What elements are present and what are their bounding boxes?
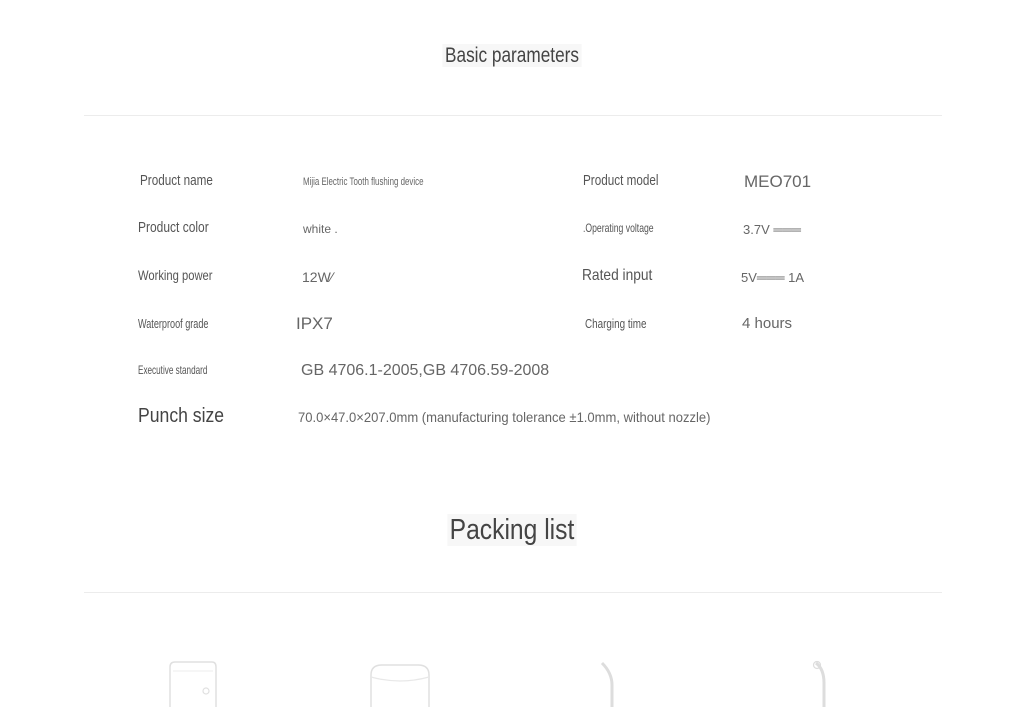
water-tank-icon — [370, 664, 430, 707]
product-name-label: Product name — [140, 172, 213, 189]
product-model-value: MEO701 — [744, 172, 812, 191]
section-divider — [84, 592, 942, 593]
working-power-value: 12W∕ — [302, 269, 334, 285]
operating-voltage-label: .Operating voltage — [583, 221, 654, 235]
working-power-label: Working power — [138, 267, 213, 283]
rated-input-label: Rated input — [582, 267, 653, 284]
packing-list-title: Packing list — [77, 514, 947, 547]
rated-input-value: 5V═══ 1A — [741, 270, 805, 285]
product-model-label: Product model — [583, 172, 659, 189]
executive-standard-label: Executive standard — [138, 363, 208, 377]
product-color-value: white . — [303, 222, 338, 236]
waterproof-grade-label: Waterproof grade — [138, 316, 209, 331]
waterproof-grade-value: IPX7 — [296, 314, 333, 333]
section-divider — [84, 115, 942, 116]
nozzle-icon — [812, 660, 826, 707]
charging-time-value: 4 hours — [742, 315, 793, 332]
product-color-label: Product color — [138, 219, 209, 236]
punch-size-value: 70.0×47.0×207.0mm (manufacturing toleran… — [298, 409, 711, 425]
charging-time-label: Charging time — [585, 316, 647, 331]
nozzle-icon — [600, 661, 614, 707]
executive-standard-value: GB 4706.1-2005,GB 4706.59-2008 — [301, 362, 550, 379]
punch-size-label: Punch size — [138, 405, 225, 427]
device-body-icon — [169, 661, 217, 707]
operating-voltage-value: 3.7V ═══ — [743, 222, 801, 237]
basic-parameters-title: Basic parameters — [92, 44, 932, 68]
product-name-value: Mijia Electric Tooth flushing device — [303, 176, 424, 188]
